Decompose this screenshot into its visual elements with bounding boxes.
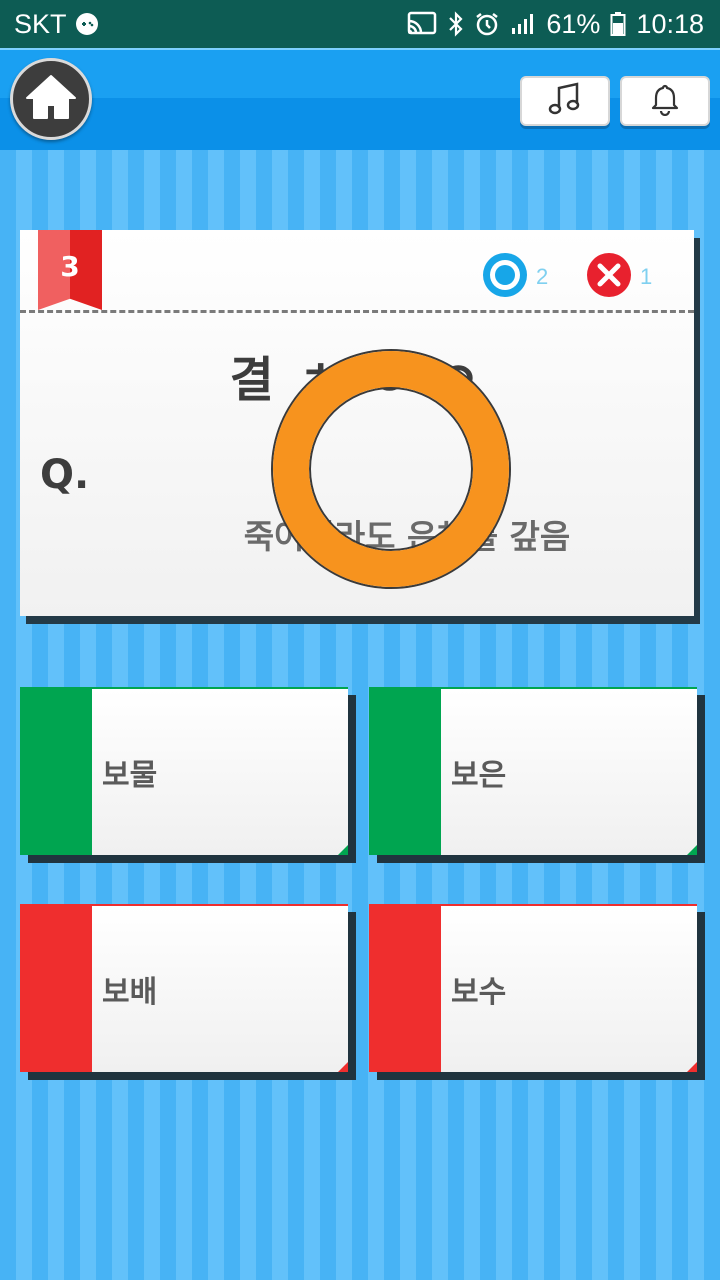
question-label: Q. — [40, 452, 90, 498]
wrong-score: 1 — [586, 252, 652, 302]
top-bar — [0, 48, 720, 150]
carrier-label: SKT — [14, 8, 67, 39]
answer-label: 보배 — [102, 975, 158, 1010]
wrong-x-icon — [586, 252, 632, 302]
battery-percent: 61% — [546, 8, 601, 39]
correct-count: 2 — [536, 264, 549, 289]
home-button[interactable] — [10, 58, 92, 140]
game-controller-icon — [75, 12, 99, 36]
battery-icon — [610, 11, 626, 37]
answer-label: 보은 — [451, 758, 507, 793]
answer-color-band — [369, 689, 441, 855]
answer-color-band — [20, 689, 92, 855]
wrong-count: 1 — [640, 264, 653, 289]
answer-label: 보물 — [102, 758, 158, 793]
answer-corner — [338, 1062, 348, 1072]
answer-color-band — [20, 906, 92, 1072]
answer-option-4[interactable]: 보수 — [369, 904, 697, 1072]
correct-result-ring-icon — [273, 351, 509, 587]
divider — [20, 310, 694, 313]
answer-option-1[interactable]: 보물 — [20, 687, 348, 855]
answer-option-2[interactable]: 보은 — [369, 687, 697, 855]
cast-icon — [406, 11, 438, 37]
answer-label: 보수 — [451, 975, 507, 1010]
music-toggle-button[interactable] — [520, 76, 610, 126]
answer-color-band — [369, 906, 441, 1072]
bluetooth-icon — [448, 11, 464, 37]
correct-circle-icon — [482, 252, 528, 302]
home-icon — [24, 72, 78, 126]
clock: 10:18 — [636, 8, 704, 39]
answer-corner — [338, 845, 348, 855]
answer-corner — [687, 1062, 697, 1072]
answer-corner — [687, 845, 697, 855]
status-bar: SKT 61% 10:18 — [0, 0, 720, 48]
music-note-icon — [547, 82, 583, 120]
notification-button[interactable] — [620, 76, 710, 126]
correct-score: 2 — [482, 252, 548, 302]
alarm-icon — [474, 11, 500, 37]
question-number: 3 — [60, 250, 80, 283]
bell-icon — [648, 82, 682, 120]
signal-icon — [510, 12, 536, 36]
answer-option-3[interactable]: 보배 — [20, 904, 348, 1072]
